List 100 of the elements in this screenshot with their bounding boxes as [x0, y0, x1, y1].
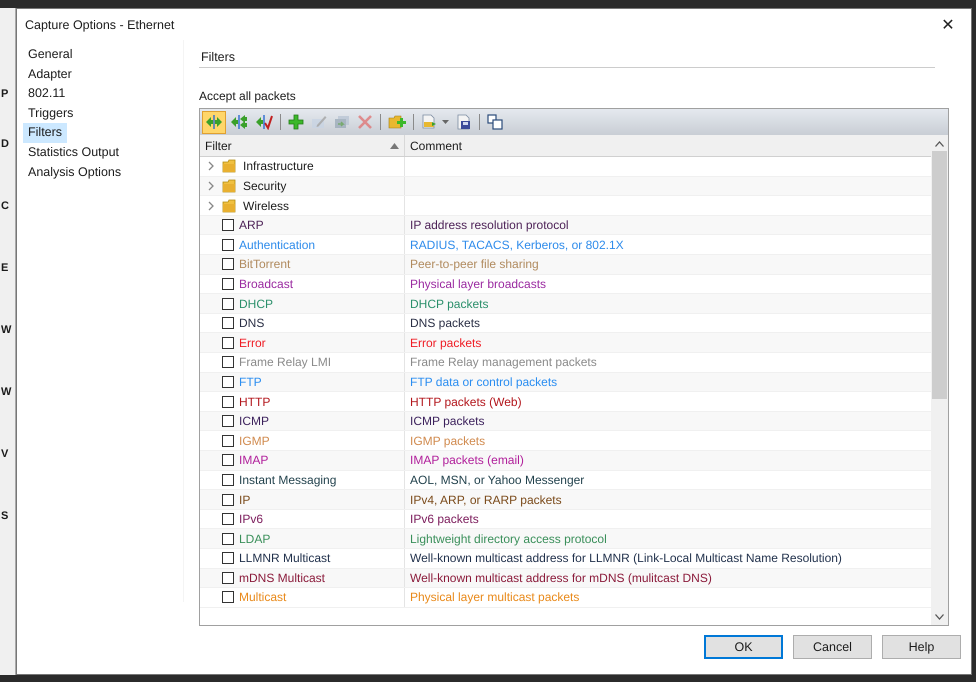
delete-icon [357, 114, 373, 130]
checkbox[interactable] [222, 317, 234, 330]
filter-name: Instant Messaging [239, 472, 336, 487]
filter-name: Authentication [239, 238, 316, 252]
checkbox[interactable] [222, 494, 234, 506]
filter-name: mDNS Multicast [239, 570, 326, 585]
arrows-icon [205, 114, 223, 130]
background-label: D [0, 138, 10, 152]
pencil-icon [311, 114, 327, 130]
dialog-button[interactable]: Help [882, 635, 961, 660]
filter-comment: IP address resolution protocol [410, 218, 569, 232]
checkbox[interactable] [222, 474, 234, 486]
filter-name: IP [239, 492, 250, 506]
background-label: S [0, 510, 10, 524]
caret-icon [442, 120, 449, 124]
filter-comment: IMAP packets (email) [410, 453, 524, 468]
expand-icon[interactable] [206, 161, 216, 172]
filter-comment: Well-known multicast address for LLMNR (Link-Local Multicast Name Resolution) [410, 551, 842, 566]
sidebar-item[interactable]: Triggers [23, 104, 78, 124]
checkbox[interactable] [222, 298, 234, 310]
filter-comment: Frame Relay management packets [410, 355, 597, 370]
folder-icon [222, 198, 238, 213]
checkbox[interactable] [222, 278, 234, 290]
filter-name: IMAP [239, 453, 268, 468]
filter-name: IPv6 [239, 512, 264, 526]
checkbox[interactable] [222, 396, 234, 408]
filter-name: Frame Relay LMI [239, 355, 332, 370]
checkbox[interactable] [222, 454, 234, 466]
filter-comment: Lightweight directory access protocol [410, 532, 607, 546]
filter-name: BitTorrent [239, 257, 290, 272]
scrollbar-thumb[interactable] [932, 151, 947, 400]
filter-comment: DHCP packets [410, 296, 488, 311]
scroll-down-icon[interactable] [935, 614, 944, 620]
folder-plus-icon [388, 114, 406, 130]
dialog-button[interactable]: OK [704, 635, 783, 660]
filter-name: ICMP [239, 414, 269, 428]
sidebar-item[interactable]: General [23, 45, 78, 65]
filter-name: LLMNR Multicast [239, 551, 330, 566]
sort-icon [390, 142, 399, 149]
sidebar-item[interactable]: Statistics Output [23, 143, 124, 163]
plus-icon [288, 114, 304, 130]
background-label: P [0, 88, 10, 102]
checkbox[interactable] [222, 356, 234, 368]
expand-icon[interactable] [206, 200, 216, 211]
filter-comment: FTP data or control packets [410, 374, 558, 389]
folder-name[interactable]: Wireless [243, 198, 290, 213]
background-label: C [0, 200, 10, 214]
checkbox[interactable] [222, 336, 234, 349]
expand-icon[interactable] [206, 181, 216, 191]
checkbox[interactable] [222, 434, 234, 447]
folder-icon [222, 179, 238, 193]
checkbox[interactable] [222, 238, 234, 251]
checkbox[interactable] [222, 415, 234, 428]
sidebar-item[interactable]: Filters [23, 123, 68, 144]
checkbox[interactable] [222, 513, 234, 526]
filter-comment: Peer-to-peer file sharing [410, 257, 539, 272]
filter-comment: Error packets [410, 336, 482, 350]
arrows-icon [230, 114, 248, 130]
sidebar-item[interactable]: 802.11 [23, 84, 70, 104]
checkbox[interactable] [222, 572, 234, 584]
column-header[interactable]: Comment [405, 135, 931, 156]
folder-name[interactable]: Infrastructure [243, 159, 314, 174]
filter-name: Multicast [239, 590, 286, 604]
checkbox[interactable] [222, 376, 234, 388]
filter-name: FTP [239, 374, 262, 389]
filter-comment: DNS packets [410, 316, 480, 330]
window-title: Capture Options - Ethernet [25, 18, 174, 32]
background-label: E [0, 262, 10, 276]
background-label: W [0, 386, 12, 400]
filter-comment: IGMP packets [410, 434, 486, 448]
column-header[interactable]: Filter [200, 135, 405, 156]
save-icon [456, 114, 472, 130]
checkbox[interactable] [222, 591, 234, 604]
filter-comment: AOL, MSN, or Yahoo Messenger [410, 472, 584, 487]
background-label: V [0, 448, 10, 462]
filter-mode-label: Accept all packets [199, 89, 297, 104]
filter-name: Error [239, 336, 266, 350]
scrollbar[interactable] [931, 135, 948, 626]
folder-icon [222, 159, 238, 174]
arrow-check-icon [255, 114, 273, 130]
scroll-up-icon[interactable] [935, 141, 944, 148]
filter-name: IGMP [239, 434, 270, 448]
section-title: Filters [199, 50, 935, 68]
folder-name[interactable]: Security [243, 179, 286, 193]
checkbox[interactable] [222, 219, 234, 232]
filter-comment: IPv4, ARP, or RARP packets [410, 492, 562, 506]
checkbox[interactable] [222, 258, 234, 270]
dialog-button[interactable]: Cancel [793, 635, 872, 660]
filter-name: DNS [239, 316, 264, 330]
sidebar-item[interactable]: Adapter [23, 64, 77, 84]
checkbox[interactable] [222, 532, 234, 545]
filter-comment: HTTP packets (Web) [410, 394, 522, 409]
close-button[interactable]: ✕ [931, 10, 965, 40]
checkbox[interactable] [222, 552, 234, 564]
filter-name: DHCP [239, 296, 274, 311]
toolbar-button[interactable] [202, 110, 226, 134]
sidebar-item[interactable]: Analysis Options [23, 162, 126, 182]
filter-comment: Well-known multicast address for mDNS (mulitcast DNS) [410, 570, 712, 585]
windows-icon [487, 114, 503, 130]
duplicate-icon [334, 114, 350, 130]
